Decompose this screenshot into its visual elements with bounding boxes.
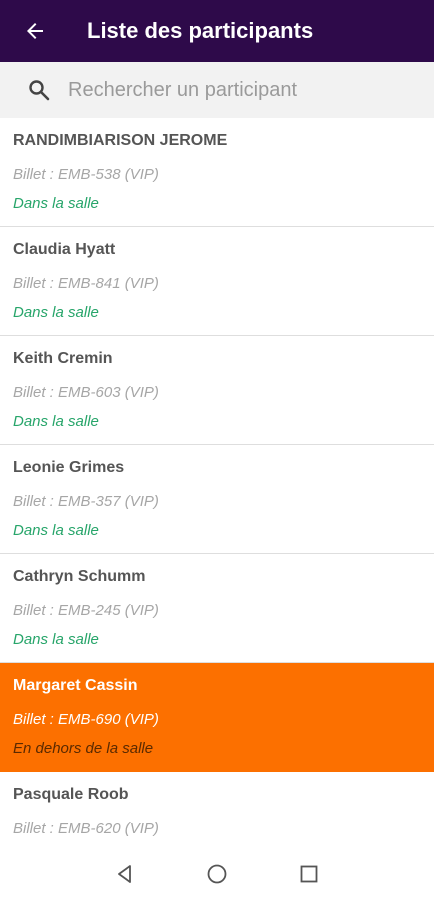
nav-back-button[interactable]: [79, 852, 171, 900]
participant-status: Dans la salle: [13, 522, 99, 539]
participant-status: En dehors de la salle: [13, 740, 154, 757]
nav-home-button[interactable]: [171, 852, 263, 900]
participant-status: Dans la salle: [13, 304, 99, 321]
participant-ticket: Billet : EMB-690 (VIP): [13, 711, 159, 728]
participant-name: Keith Cremin: [13, 350, 113, 367]
system-nav-bar: [0, 852, 434, 900]
participant-name: Pasquale Roob: [13, 786, 129, 803]
participant-list: RANDIMBIARISON JEROME Billet : EMB-538 (…: [0, 118, 434, 852]
participant-item[interactable]: Keith Cremin Billet : EMB-603 (VIP) Dans…: [0, 336, 434, 445]
participant-name: Cathryn Schumm: [13, 568, 146, 585]
participant-ticket: Billet : EMB-603 (VIP): [13, 384, 159, 401]
participant-status: Dans la salle: [13, 195, 99, 212]
arrow-left-icon: [23, 19, 47, 43]
back-button[interactable]: [0, 0, 70, 62]
participant-item[interactable]: RANDIMBIARISON JEROME Billet : EMB-538 (…: [0, 118, 434, 227]
circle-home-icon: [206, 863, 228, 890]
participant-item-selected[interactable]: Margaret Cassin Billet : EMB-690 (VIP) E…: [0, 663, 434, 772]
search-input[interactable]: [68, 70, 398, 110]
search-bar: [0, 62, 434, 118]
nav-recents-button[interactable]: [263, 852, 355, 900]
participant-item[interactable]: Claudia Hyatt Billet : EMB-841 (VIP) Dan…: [0, 227, 434, 336]
participant-status: Dans la salle: [13, 631, 99, 648]
participant-ticket: Billet : EMB-538 (VIP): [13, 166, 159, 183]
participant-ticket: Billet : EMB-620 (VIP): [13, 820, 159, 837]
square-recents-icon: [298, 863, 320, 890]
participant-ticket: Billet : EMB-245 (VIP): [13, 602, 159, 619]
participant-item[interactable]: Pasquale Roob Billet : EMB-620 (VIP): [0, 772, 434, 852]
participant-name: Claudia Hyatt: [13, 241, 116, 258]
participant-status: Dans la salle: [13, 413, 99, 430]
search-icon[interactable]: [27, 78, 51, 102]
participant-item[interactable]: Leonie Grimes Billet : EMB-357 (VIP) Dan…: [0, 445, 434, 554]
app-bar: Liste des participants: [0, 0, 434, 62]
participant-name: RANDIMBIARISON JEROME: [13, 132, 228, 149]
participant-name: Margaret Cassin: [13, 677, 138, 694]
app-screen: Liste des participants RANDIMBIARISON JE…: [0, 0, 434, 900]
participant-name: Leonie Grimes: [13, 459, 125, 476]
participant-ticket: Billet : EMB-357 (VIP): [13, 493, 159, 510]
page-title: Liste des participants: [87, 18, 314, 43]
participant-ticket: Billet : EMB-841 (VIP): [13, 275, 159, 292]
participant-item[interactable]: Cathryn Schumm Billet : EMB-245 (VIP) Da…: [0, 554, 434, 663]
triangle-back-icon: [114, 863, 136, 890]
